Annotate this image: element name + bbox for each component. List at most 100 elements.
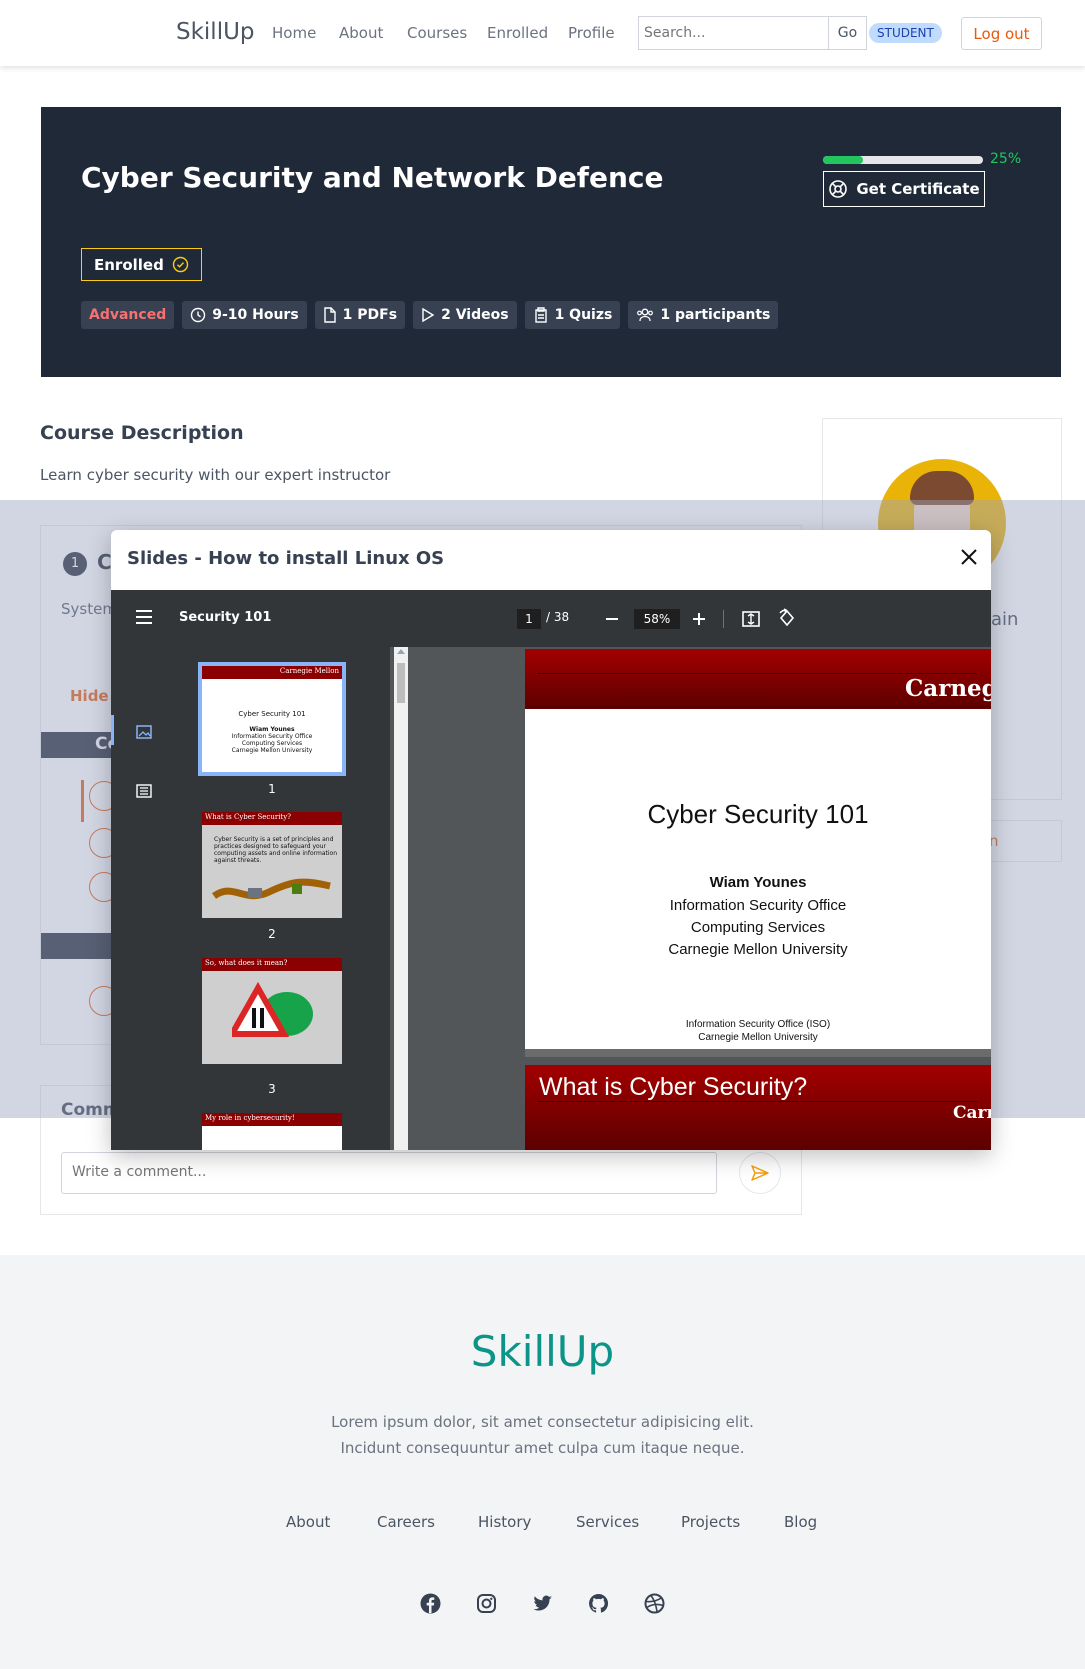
send-comment-button[interactable] xyxy=(739,1152,781,1194)
thumb-4-header: My role in cybersecurity! xyxy=(205,1114,295,1122)
thumb-2-header: What is Cyber Security? xyxy=(205,813,291,821)
thumb-1-line: Carnegie Mellon University xyxy=(231,747,313,754)
certificate-icon xyxy=(829,180,848,198)
pdf-toolbar: Security 101 1 / 38 58% xyxy=(111,590,991,647)
rotate-icon[interactable] xyxy=(777,608,797,632)
page-1-title: Cyber Security 101 xyxy=(647,799,869,829)
warning-sign-illustration xyxy=(232,981,313,1037)
thumb-1-header: Carnegie Mellon xyxy=(279,667,339,675)
viewer-sidebar-strip xyxy=(111,647,169,1150)
outline-icon[interactable] xyxy=(136,784,152,802)
footer-link-about[interactable]: About xyxy=(286,1513,330,1531)
thumbnail-page-3[interactable]: So, what does it mean? xyxy=(202,958,342,1064)
thumb-2-illustration xyxy=(212,878,331,900)
footer-link-careers[interactable]: Careers xyxy=(377,1513,435,1531)
zoom-out-icon[interactable] xyxy=(604,609,620,633)
course-description-heading: Course Description xyxy=(40,422,244,444)
pdfs-chip: 1 PDFs xyxy=(314,301,406,329)
thumbnail-page-4[interactable]: My role in cybersecurity! xyxy=(202,1113,342,1150)
videos-chip: 2 Videos xyxy=(413,301,517,329)
modal-title: Slides - How to install Linux OS xyxy=(127,548,445,569)
get-certificate-button[interactable]: Get Certificate xyxy=(823,171,985,207)
footer-tagline: Lorem ipsum dolor, sit amet consectetur … xyxy=(0,1409,1085,1461)
document-icon xyxy=(323,307,336,323)
enrolled-label: Enrolled xyxy=(94,255,164,274)
thumbnail-page-1[interactable]: Carnegie Mellon Cyber Security 101 Wiam … xyxy=(198,662,346,776)
zoom-level-input[interactable]: 58% xyxy=(634,609,680,629)
document-title: Security 101 xyxy=(179,610,272,625)
thumbnail-scrollbar[interactable] xyxy=(394,647,408,1150)
users-icon xyxy=(637,308,654,322)
footer-link-services[interactable]: Services xyxy=(576,1513,639,1531)
pdfs-label: 1 PDFs xyxy=(342,307,398,323)
search-input[interactable] xyxy=(638,16,828,50)
logout-button[interactable]: Log out xyxy=(961,17,1042,50)
page-1-logo: Carnegie xyxy=(905,675,991,702)
dribbble-icon[interactable] xyxy=(644,1593,665,1614)
comment-input[interactable] xyxy=(61,1152,717,1194)
page-1-line: Computing Services xyxy=(690,919,826,936)
thumbnail-page-2[interactable]: What is Cyber Security? Cyber Security i… xyxy=(202,812,342,918)
search-go-button[interactable]: Go xyxy=(828,16,867,50)
clipboard-icon xyxy=(534,307,547,323)
duration-label: 9-10 Hours xyxy=(212,307,299,323)
nav-enrolled[interactable]: Enrolled xyxy=(487,24,548,42)
page-1-line: Information Security Office xyxy=(669,897,847,914)
footer-link-history[interactable]: History xyxy=(478,1513,531,1531)
thumbnail-number: 3 xyxy=(268,1082,276,1096)
course-progress-label: 25% xyxy=(990,151,1022,167)
page-1-header-bar: Carnegie xyxy=(525,649,991,709)
sidebar-active-indicator xyxy=(111,715,114,745)
footer-tagline-line: Incidunt consequuntur amet culpa cum ita… xyxy=(340,1439,745,1457)
footer-link-blog[interactable]: Blog xyxy=(784,1513,817,1531)
thumbnails-icon[interactable] xyxy=(136,725,152,743)
menu-icon[interactable] xyxy=(135,610,153,628)
level-chip: Advanced xyxy=(81,301,175,329)
course-progress-fill xyxy=(823,156,863,164)
nav-courses[interactable]: Courses xyxy=(407,24,467,42)
level-label: Advanced xyxy=(89,307,167,323)
footer-brand: SkillUp xyxy=(470,1327,615,1376)
top-navbar: SkillUp Home About Courses Enrolled Prof… xyxy=(0,0,1085,66)
slides-modal: Slides - How to install Linux OS Securit… xyxy=(111,530,991,1150)
zoom-in-icon[interactable] xyxy=(691,609,707,633)
quizzes-chip: 1 Quizs xyxy=(524,301,621,329)
page-1-footer-line: Information Security Office (ISO) xyxy=(685,1019,831,1030)
nav-home[interactable]: Home xyxy=(272,24,316,42)
page-1-line: Carnegie Mellon University xyxy=(668,941,848,958)
fit-page-icon[interactable] xyxy=(741,609,761,633)
scrollbar-thumb[interactable] xyxy=(397,663,405,703)
thumb-2-line: against threats. xyxy=(214,857,262,864)
course-description-text: Learn cyber security with our expert ins… xyxy=(40,466,391,484)
course-progress-bar xyxy=(823,156,983,164)
participants-chip: 1 participants xyxy=(628,301,779,329)
social-links xyxy=(0,1593,1085,1614)
page-1-author: Wiam Younes xyxy=(709,874,807,891)
page-number-input[interactable]: 1 xyxy=(517,609,541,629)
close-icon[interactable] xyxy=(954,542,984,572)
brand-logo[interactable]: SkillUp xyxy=(176,19,255,45)
pdf-page-1: Carnegie Cyber Security 101 Wiam Younes … xyxy=(525,649,991,1057)
course-hero: Cyber Security and Network Defence 25% G… xyxy=(41,107,1061,377)
thumbnail-number: 2 xyxy=(268,927,276,941)
enrolled-badge: Enrolled xyxy=(81,248,202,281)
footer-link-projects[interactable]: Projects xyxy=(681,1513,740,1531)
scroll-up-arrow[interactable] xyxy=(397,649,405,654)
duration-chip: 9-10 Hours xyxy=(182,301,307,329)
facebook-icon[interactable] xyxy=(420,1593,441,1614)
role-badge: STUDENT xyxy=(869,23,942,43)
send-icon xyxy=(751,1165,769,1181)
twitter-icon[interactable] xyxy=(532,1593,553,1614)
thumbnail-panel: Carnegie Mellon Cyber Security 101 Wiam … xyxy=(169,647,390,1150)
page-2-title: What is Cyber Security? xyxy=(539,1073,808,1101)
nav-about[interactable]: About xyxy=(339,24,383,42)
github-icon[interactable] xyxy=(588,1593,609,1614)
clock-icon xyxy=(191,307,206,323)
nav-profile[interactable]: Profile xyxy=(568,24,615,42)
site-footer: SkillUp Lorem ipsum dolor, sit amet cons… xyxy=(0,1255,1085,1669)
thumb-3-header: So, what does it mean? xyxy=(205,959,288,967)
page-1-footer-line: Carnegie Mellon University xyxy=(698,1032,818,1043)
instagram-icon[interactable] xyxy=(476,1593,497,1614)
check-circle-icon xyxy=(172,256,189,273)
toolbar-divider xyxy=(723,610,724,628)
